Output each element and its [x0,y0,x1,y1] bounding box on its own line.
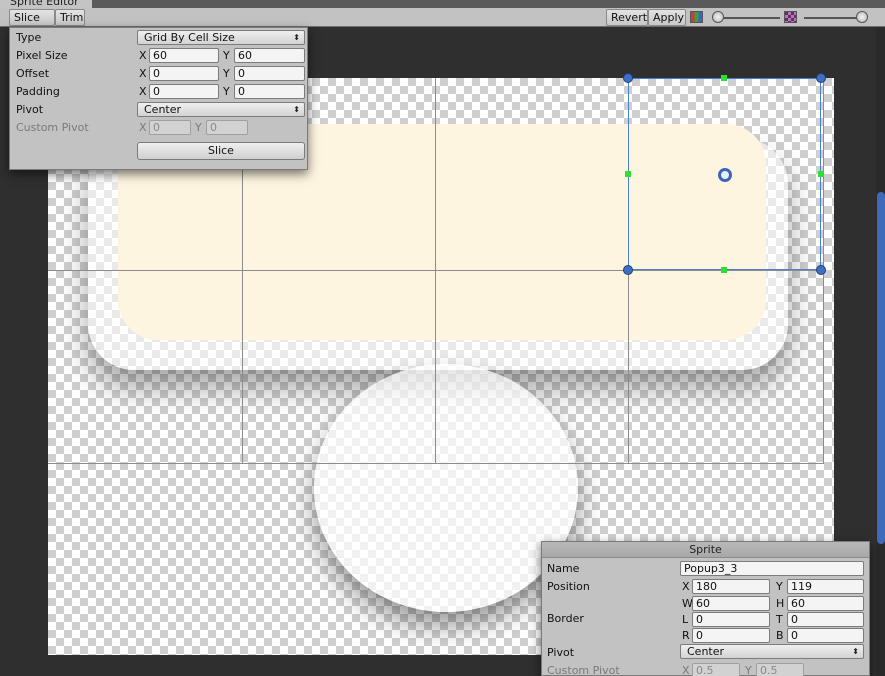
sprite-custom-pivot-label: Custom Pivot [547,664,620,676]
custom-pivot-y-field: 0 [206,120,248,135]
sprite-custom-pivot-x-field: 0.5 [692,663,740,676]
padding-y-label: Y [223,85,230,98]
offset-x-label: X [139,67,147,80]
position-y-field[interactable]: 119 [787,579,864,594]
window-title-tab[interactable]: Sprite Editor [0,0,92,8]
custom-pivot-x-label: X [139,121,147,134]
zoom-slider-knob[interactable] [856,11,868,23]
zoom-slider-track[interactable] [804,17,864,19]
slice-panel: Type Grid By Cell Size ⬍ Pixel Size X 60… [9,27,308,170]
grid-line-horizontal [48,463,824,464]
border-l-field[interactable]: 0 [692,612,770,627]
pixel-size-label: Pixel Size [16,49,68,62]
padding-label: Padding [16,85,60,98]
pixel-size-x-field[interactable]: 60 [149,48,219,63]
type-value: Grid By Cell Size [144,31,235,44]
border-l-label: L [682,613,689,626]
custom-pivot-x-field: 0 [149,120,191,135]
border-r-field[interactable]: 0 [692,628,770,643]
selection-corner-handle[interactable] [623,265,633,275]
revert-label: Revert [611,11,648,24]
slice-button[interactable]: Slice [137,142,305,160]
border-r-label: R [682,629,690,642]
selection-corner-handle[interactable] [816,265,826,275]
window-title: Sprite Editor [10,0,79,8]
name-label: Name [547,562,580,575]
selection-edge-handle[interactable] [721,267,727,273]
border-t-label: T [776,613,783,626]
chevron-updown-icon: ⬍ [293,33,300,42]
sprite-custom-pivot-y-label: Y [745,664,752,676]
border-t-field[interactable]: 0 [787,612,864,627]
toolbar: Slice ⬍ Trim Revert Apply [0,8,885,39]
padding-x-label: X [139,85,147,98]
sprite-name-field[interactable]: Popup3_3 [680,561,864,576]
circle-sprite [314,364,578,612]
apply-button[interactable]: Apply [648,9,686,26]
selection-corner-handle[interactable] [816,73,826,83]
alpha-channel-icon[interactable] [784,11,797,23]
slice-label: Slice [14,11,40,24]
sprite-custom-pivot-x-label: X [682,664,690,676]
selection-edge-handle[interactable] [625,171,631,177]
border-b-field[interactable]: 0 [787,628,864,643]
pivot-handle-icon[interactable] [718,168,732,182]
position-w-field[interactable]: 60 [692,596,770,611]
border-b-label: B [776,629,784,642]
slice-button-label: Slice [208,144,234,157]
custom-pivot-y-label: Y [195,121,202,134]
type-dropdown[interactable]: Grid By Cell Size ⬍ [137,30,305,45]
revert-button[interactable]: Revert [606,9,648,26]
pivot-dropdown[interactable]: Center ⬍ [137,102,305,117]
grid-line-vertical [435,78,436,464]
position-y-label: Y [776,580,783,593]
mip-slider-knob[interactable] [712,11,724,23]
pixel-size-y-field[interactable]: 60 [234,48,305,63]
padding-x-field[interactable]: 0 [149,84,219,99]
offset-label: Offset [16,67,50,80]
slice-dropdown-button[interactable]: Slice ⬍ [9,9,55,39]
pivot-value: Center [144,103,182,116]
selection-corner-handle[interactable] [623,73,633,83]
sprite-pivot-label: Pivot [547,646,575,659]
position-x-label: X [682,580,690,593]
chevron-updown-icon: ⬍ [293,105,300,114]
pivot-label: Pivot [16,103,44,116]
sprite-custom-pivot-y-field: 0.5 [756,663,804,676]
padding-y-field[interactable]: 0 [234,84,305,99]
apply-label: Apply [653,11,685,24]
position-x-field[interactable]: 180 [692,579,770,594]
trim-label: Trim [60,11,84,24]
custom-pivot-label: Custom Pivot [16,121,89,134]
selection-edge-handle[interactable] [818,171,824,177]
offset-y-label: Y [223,67,230,80]
sprite-pivot-dropdown[interactable]: Center ⬍ [680,644,864,659]
sprite-panel-title: Sprite [689,543,722,556]
selection-edge-handle[interactable] [721,75,727,81]
sprite-panel-header: Sprite [542,542,869,558]
sprite-panel: Sprite Name Popup3_3 Position X 180 Y 11… [541,541,870,676]
offset-x-field[interactable]: 0 [149,66,219,81]
trim-button[interactable]: Trim [55,9,85,26]
title-strip [92,0,885,8]
pixel-size-y-label: Y [223,49,230,62]
rgb-channel-icon[interactable] [690,11,703,23]
grid-line-horizontal [48,270,824,271]
position-h-field[interactable]: 60 [787,596,864,611]
position-h-label: H [776,597,785,610]
offset-y-field[interactable]: 0 [234,66,305,81]
sprite-pivot-value: Center [687,645,725,658]
type-label: Type [16,31,42,44]
border-label: Border [547,612,584,625]
position-label: Position [547,580,590,593]
pixel-size-x-label: X [139,49,147,62]
vertical-scrollbar-thumb[interactable] [877,192,885,544]
chevron-updown-icon: ⬍ [852,647,859,656]
